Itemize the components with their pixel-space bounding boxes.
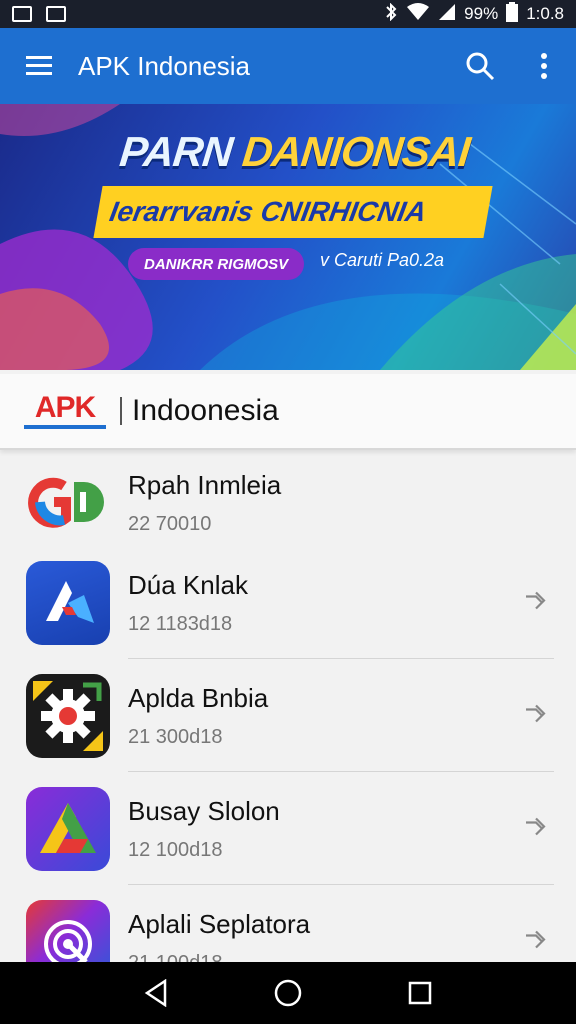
mail-notification-icon bbox=[46, 6, 66, 22]
home-button[interactable] bbox=[258, 962, 318, 1024]
app-meta: 12 1183d18 bbox=[128, 612, 233, 635]
home-circle-icon bbox=[274, 979, 302, 1007]
app-title: APK Indonesia bbox=[78, 50, 251, 81]
brand-name: Indoonesia bbox=[132, 394, 279, 427]
battery-level: 99% bbox=[464, 4, 499, 23]
banner-headline: PARN DANIONSAI bbox=[117, 128, 472, 176]
apk-logo: APK bbox=[24, 393, 106, 429]
bluetooth-icon bbox=[384, 2, 398, 26]
app-meta: 22 70010 bbox=[128, 513, 212, 535]
gallery-notification-icon bbox=[12, 6, 32, 22]
wifi-icon bbox=[406, 2, 430, 26]
list-item[interactable]: Busay Slolon 12 100d18 bbox=[0, 772, 576, 885]
banner-subtext: v Caruti Pa0.2a bbox=[320, 250, 445, 270]
apk-logo-text: APK bbox=[34, 391, 96, 424]
arrow-a-icon bbox=[26, 560, 110, 645]
gd-logo-icon bbox=[26, 462, 110, 542]
app-name: Dúa Knlak bbox=[128, 569, 248, 600]
system-nav-bar bbox=[0, 962, 576, 1024]
promo-banner[interactable]: PARN DANIONSAI Ierarrvanis CNIRHICNIA DA… bbox=[0, 104, 576, 370]
banner-headline-part2: DANIONSAI bbox=[240, 128, 472, 175]
open-arrow-button[interactable] bbox=[524, 703, 552, 728]
app-name: Busay Slolon bbox=[128, 795, 280, 826]
app-name: Aplda Bnbia bbox=[128, 682, 269, 713]
back-triangle-icon bbox=[144, 979, 167, 1007]
brand-divider bbox=[120, 397, 122, 425]
recents-square-icon bbox=[408, 981, 432, 1005]
brand-header: APK Indoonesia bbox=[0, 374, 576, 450]
app-name: Aplali Seplatora bbox=[128, 908, 311, 939]
recents-button[interactable] bbox=[390, 962, 450, 1024]
chevron-right-icon bbox=[526, 591, 546, 609]
banner-headline-part1: PARN bbox=[117, 128, 235, 175]
back-button[interactable] bbox=[126, 962, 186, 1024]
banner-pill: DANIKRR RIGMOSV bbox=[128, 248, 305, 280]
more-vert-icon bbox=[541, 53, 547, 79]
banner-strip: Ierarrvanis CNIRHICNIA bbox=[93, 186, 493, 238]
open-arrow-button[interactable] bbox=[524, 929, 552, 954]
app-list: Rpah Inmleia 22 70010 Dúa Knlak 12 1183d… bbox=[0, 460, 576, 998]
chevron-right-icon bbox=[526, 704, 546, 722]
battery-icon bbox=[506, 1, 519, 27]
open-arrow-button[interactable] bbox=[524, 590, 552, 615]
list-item[interactable]: Aplda Bnbia 21 300d18 bbox=[0, 659, 576, 772]
hamburger-icon bbox=[26, 56, 52, 75]
list-item[interactable]: Dúa Knlak 12 1183d18 bbox=[0, 546, 576, 659]
more-options-button[interactable] bbox=[512, 28, 576, 104]
app-meta: 21 300d18 bbox=[128, 725, 223, 748]
chevron-right-icon bbox=[526, 930, 546, 948]
clock: 1:0.8 bbox=[526, 4, 564, 23]
app-name: Rpah Inmleia bbox=[128, 470, 282, 500]
list-item[interactable]: Rpah Inmleia 22 70010 bbox=[0, 460, 576, 546]
app-bar: APK Indonesia bbox=[0, 28, 576, 104]
app-meta: 12 100d18 bbox=[128, 838, 223, 861]
search-button[interactable] bbox=[448, 28, 512, 104]
gear-icon bbox=[26, 673, 110, 758]
search-icon bbox=[466, 52, 495, 81]
status-bar: 99% 1:0.8 bbox=[0, 0, 576, 28]
menu-button[interactable] bbox=[0, 28, 78, 104]
triangle-a-icon bbox=[26, 786, 110, 871]
signal-icon bbox=[438, 3, 456, 26]
open-arrow-button[interactable] bbox=[524, 816, 552, 841]
chevron-right-icon bbox=[526, 817, 546, 835]
